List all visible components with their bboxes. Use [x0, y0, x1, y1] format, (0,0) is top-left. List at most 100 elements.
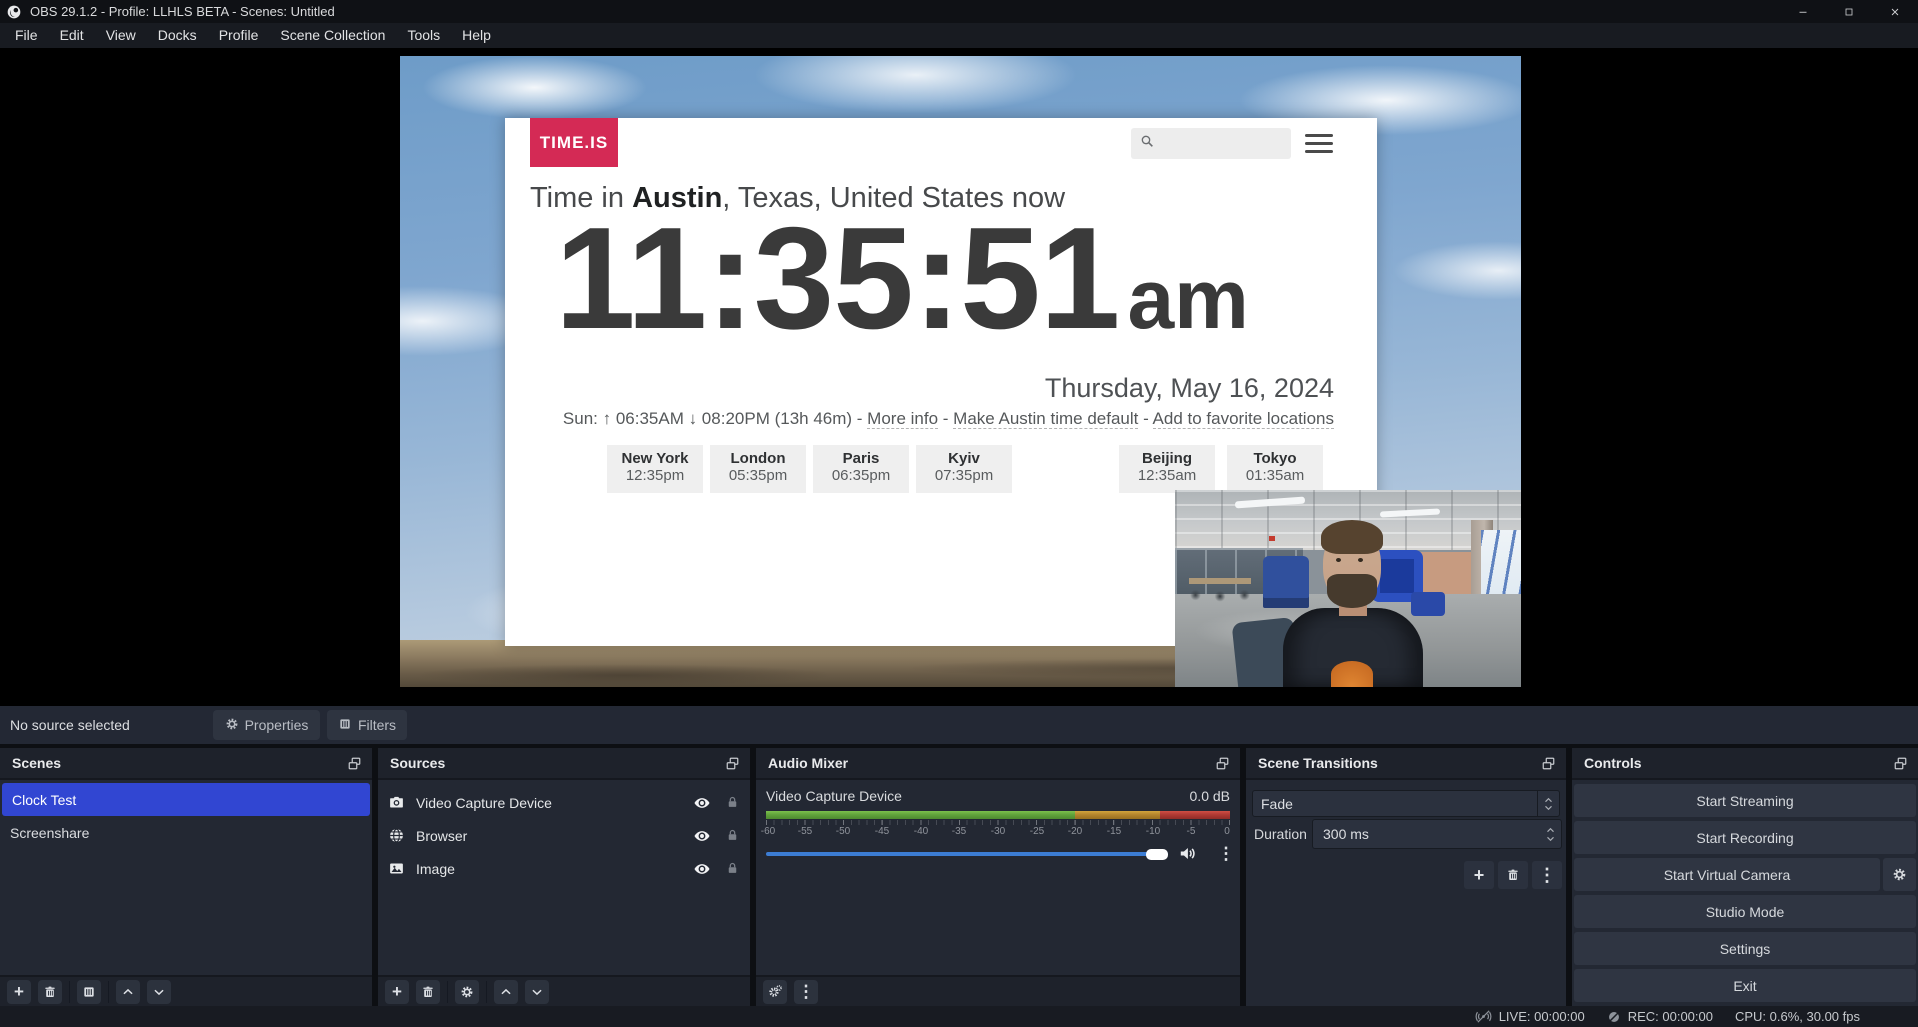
lock-icon[interactable] — [725, 828, 740, 843]
source-context-bar: No source selected Properties Filters — [0, 706, 1918, 744]
visibility-eye-icon[interactable] — [693, 827, 711, 845]
image-icon — [388, 860, 416, 877]
exit-button[interactable]: Exit — [1574, 969, 1916, 1002]
scene-item-screenshare[interactable]: Screenshare — [0, 816, 372, 849]
menu-file[interactable]: File — [4, 23, 49, 48]
title-bar: OBS 29.1.2 - Profile: LLHLS BETA - Scene… — [0, 0, 1918, 23]
scene-transitions-panel: Scene Transitions Fade Duration 300 ms — [1246, 748, 1566, 1006]
start-recording-button[interactable]: Start Recording — [1574, 821, 1916, 854]
audio-mixer-title: Audio Mixer — [768, 755, 1215, 771]
speaker-icon[interactable] — [1178, 844, 1197, 868]
scenes-title: Scenes — [12, 755, 347, 771]
volume-slider-handle[interactable] — [1146, 849, 1168, 860]
menu-scene-collection[interactable]: Scene Collection — [269, 23, 396, 48]
mixer-kebab-menu-icon[interactable]: ⋮ — [1214, 842, 1238, 866]
timeis-sun-line: Sun: ↑ 06:35AM ↓ 08:20PM (13h 46m) - Mor… — [563, 409, 1334, 429]
menu-tools[interactable]: Tools — [396, 23, 451, 48]
chevron-up-down-icon — [1538, 797, 1559, 811]
popout-dock-icon[interactable] — [1893, 756, 1908, 771]
rec-status: REC: 00:00:00 — [1607, 1009, 1713, 1024]
popout-dock-icon[interactable] — [725, 756, 740, 771]
popout-dock-icon[interactable] — [1541, 756, 1556, 771]
transition-kebab-menu-icon[interactable]: ⋮ — [1532, 861, 1562, 889]
move-source-down-button[interactable] — [525, 980, 549, 1004]
sources-title: Sources — [390, 755, 725, 771]
studio-mode-button[interactable]: Studio Mode — [1574, 895, 1916, 928]
popout-dock-icon[interactable] — [347, 756, 362, 771]
add-scene-button[interactable]: + — [7, 980, 31, 1004]
sources-panel: Sources Video Capture Device Browser — [378, 748, 750, 1006]
advanced-audio-button[interactable] — [763, 980, 787, 1004]
duration-spinbox[interactable]: 300 ms — [1312, 819, 1562, 849]
audio-mixer-panel: Audio Mixer Video Capture Device 0.0 dB … — [756, 748, 1240, 1006]
live-status: LIVE: 00:00:00 — [1475, 1008, 1585, 1025]
filters-icon — [338, 717, 352, 734]
lock-icon[interactable] — [725, 861, 740, 876]
controls-panel: Controls Start Streaming Start Recording… — [1572, 748, 1918, 1006]
filters-button[interactable]: Filters — [327, 710, 407, 740]
mixer-source-name: Video Capture Device — [766, 788, 1190, 804]
volume-slider[interactable] — [766, 852, 1168, 856]
virtual-camera-settings-button[interactable] — [1883, 858, 1916, 891]
scene-item-clock-test[interactable]: Clock Test — [2, 783, 370, 816]
source-item-browser[interactable]: Browser — [378, 819, 750, 852]
scenes-panel: Scenes Clock Test Screenshare + — [0, 748, 372, 1006]
lock-icon[interactable] — [725, 795, 740, 810]
visibility-eye-icon[interactable] — [693, 860, 711, 878]
timeis-logo: TIME.IS — [530, 118, 618, 167]
timeis-meridiem: am — [1127, 257, 1248, 341]
remove-scene-button[interactable] — [38, 980, 62, 1004]
add-source-button[interactable]: + — [385, 980, 409, 1004]
close-button[interactable] — [1872, 0, 1918, 23]
settings-button[interactable]: Settings — [1574, 932, 1916, 965]
properties-button[interactable]: Properties — [213, 710, 320, 740]
meter-tick-marks — [766, 820, 1230, 825]
meter-scale: -60 -55 -50 -45 -40 -35 -30 -25 -20 -15 … — [766, 826, 1230, 838]
maximize-button[interactable] — [1826, 0, 1872, 23]
gear-icon — [225, 717, 239, 734]
add-favorite-link: Add to favorite locations — [1153, 409, 1334, 429]
transition-select[interactable]: Fade — [1252, 790, 1560, 817]
menu-view[interactable]: View — [95, 23, 147, 48]
menu-profile[interactable]: Profile — [208, 23, 270, 48]
menu-help[interactable]: Help — [451, 23, 502, 48]
source-status-label: No source selected — [10, 706, 130, 744]
globe-icon — [388, 827, 416, 844]
city-clock-london: London05:35pm — [710, 445, 806, 493]
remove-transition-button[interactable] — [1498, 861, 1528, 889]
move-scene-down-button[interactable] — [147, 980, 171, 1004]
move-source-up-button[interactable] — [494, 980, 518, 1004]
timeis-date: Thursday, May 16, 2024 — [1045, 373, 1334, 404]
visibility-eye-icon[interactable] — [693, 794, 711, 812]
webcam-overlay — [1175, 490, 1521, 687]
record-inactive-icon — [1607, 1010, 1621, 1024]
city-clock-beijing: Beijing12:35am — [1119, 445, 1215, 493]
move-scene-up-button[interactable] — [116, 980, 140, 1004]
cpu-fps-status: CPU: 0.6%, 30.00 fps — [1735, 1009, 1860, 1024]
minimize-button[interactable] — [1780, 0, 1826, 23]
city-clock-tokyo: Tokyo01:35am — [1227, 445, 1323, 493]
timeis-clock: 11:35:51 am — [555, 206, 1249, 351]
remove-source-button[interactable] — [416, 980, 440, 1004]
scene-transitions-title: Scene Transitions — [1258, 755, 1541, 771]
add-transition-button[interactable]: + — [1464, 861, 1494, 889]
make-default-link: Make Austin time default — [953, 409, 1138, 429]
menu-edit[interactable]: Edit — [49, 23, 95, 48]
popout-dock-icon[interactable] — [1215, 756, 1230, 771]
obs-logo-icon — [6, 4, 22, 20]
dock-area: Scenes Clock Test Screenshare + Sources — [0, 744, 1918, 1006]
menu-docks[interactable]: Docks — [147, 23, 208, 48]
start-streaming-button[interactable]: Start Streaming — [1574, 784, 1916, 817]
source-item-image[interactable]: Image — [378, 852, 750, 885]
preview-stage: TIME.IS Time in Austin, Texas, United St… — [0, 48, 1918, 706]
source-properties-button[interactable] — [455, 980, 479, 1004]
obs-window: OBS 29.1.2 - Profile: LLHLS BETA - Scene… — [0, 0, 1918, 1027]
city-clock-paris: Paris06:35pm — [813, 445, 909, 493]
program-preview[interactable]: TIME.IS Time in Austin, Texas, United St… — [400, 56, 1521, 687]
scene-filters-button[interactable] — [77, 980, 101, 1004]
mixer-menu-kebab-icon[interactable]: ⋮ — [794, 980, 818, 1004]
city-clock-new-york: New York12:35pm — [607, 445, 703, 493]
chevron-up-down-icon[interactable] — [1539, 827, 1561, 842]
source-item-video-capture[interactable]: Video Capture Device — [378, 786, 750, 819]
start-virtual-camera-button[interactable]: Start Virtual Camera — [1574, 858, 1880, 891]
